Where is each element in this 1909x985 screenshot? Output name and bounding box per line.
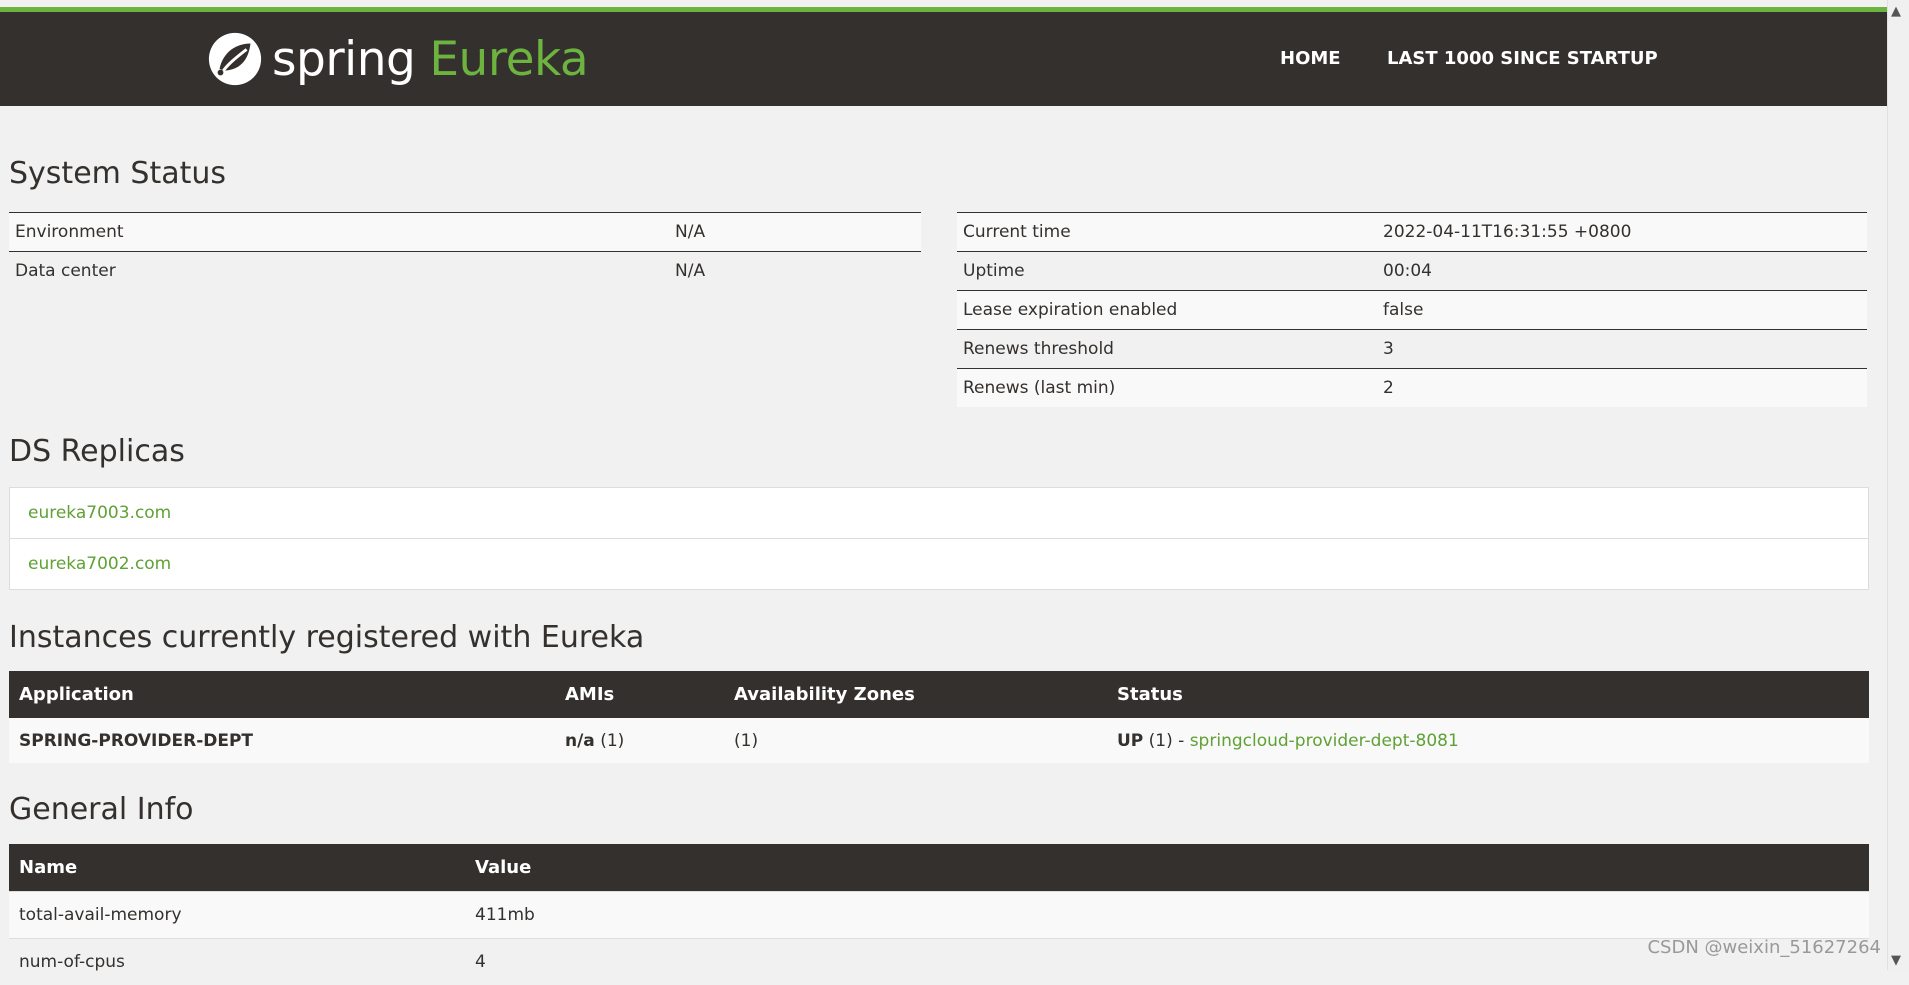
navbar: spring Eureka HOME LAST 1000 SINCE STARTU… (0, 12, 1888, 106)
system-status-title: System Status (9, 156, 226, 191)
table-row: EnvironmentN/A (9, 213, 921, 252)
replica-link[interactable]: eureka7002.com (28, 554, 171, 574)
instances-header-zones: Availability Zones (724, 671, 1107, 718)
table-row: num-of-cpus4 (9, 939, 1869, 985)
ds-replicas-list: eureka7003.com eureka7002.com (9, 487, 1869, 590)
instance-link[interactable]: springcloud-provider-dept-8081 (1190, 731, 1459, 751)
instance-amis-value: n/a (565, 731, 595, 751)
status-key: Current time (957, 213, 1377, 252)
info-value: 411mb (465, 892, 1869, 939)
table-row: Current time2022-04-11T16:31:55 +0800 (957, 213, 1867, 252)
table-row: Uptime00:04 (957, 252, 1867, 291)
spring-logo-icon (206, 30, 264, 88)
table-row: Data centerN/A (9, 252, 921, 291)
general-info-header-name: Name (9, 844, 465, 892)
status-value: N/A (669, 213, 921, 252)
info-name: total-avail-memory (9, 892, 465, 939)
general-info-title: General Info (9, 792, 194, 827)
ds-replicas-title: DS Replicas (9, 434, 185, 469)
scroll-up-icon[interactable]: ▲ (1891, 4, 1901, 19)
brand-spring-text: spring (272, 32, 415, 87)
status-value: false (1377, 291, 1867, 330)
instance-status-value: UP (1117, 731, 1143, 751)
table-row: Renews threshold3 (957, 330, 1867, 369)
list-item: eureka7003.com (10, 488, 1868, 539)
instances-header-application: Application (9, 671, 555, 718)
instances-title: Instances currently registered with Eure… (9, 620, 644, 655)
instances-header-amis: AMIs (555, 671, 724, 718)
top-border (0, 0, 1888, 7)
instance-amis-count: (1) (595, 731, 624, 751)
list-item: eureka7002.com (10, 539, 1868, 589)
status-value: 2 (1377, 369, 1867, 408)
brand[interactable]: spring Eureka (206, 26, 588, 92)
replica-link[interactable]: eureka7003.com (28, 503, 171, 523)
instance-zones: (1) (724, 718, 1107, 763)
status-value: 2022-04-11T16:31:55 +0800 (1377, 213, 1867, 252)
brand-eureka-text: Eureka (429, 32, 588, 87)
scroll-down-icon[interactable]: ▼ (1891, 953, 1901, 968)
system-status-right-table: Current time2022-04-11T16:31:55 +0800Upt… (957, 212, 1867, 407)
general-info-table: Name Value total-avail-memory411mbnum-of… (9, 844, 1869, 985)
instances-header-status: Status (1107, 671, 1869, 718)
status-key: Environment (9, 213, 669, 252)
instances-table: Application AMIs Availability Zones Stat… (9, 671, 1869, 763)
status-key: Uptime (957, 252, 1377, 291)
instance-status: UP (1) - springcloud-provider-dept-8081 (1107, 718, 1869, 763)
table-row: total-avail-memory411mb (9, 892, 1869, 939)
table-row: Renews (last min)2 (957, 369, 1867, 408)
instance-status-count: (1) - (1143, 731, 1189, 751)
status-key: Renews (last min) (957, 369, 1377, 408)
status-value: N/A (669, 252, 921, 291)
info-name: num-of-cpus (9, 939, 465, 985)
nav-home-link[interactable]: HOME (1280, 48, 1341, 69)
instance-amis: n/a (1) (555, 718, 724, 763)
status-value: 3 (1377, 330, 1867, 369)
scroll-thumb[interactable] (1891, 24, 1905, 624)
nav-last1000-link[interactable]: LAST 1000 SINCE STARTUP (1387, 48, 1658, 69)
status-key: Data center (9, 252, 669, 291)
watermark: CSDN @weixin_51627264 (1647, 937, 1881, 958)
instance-application: SPRING-PROVIDER-DEPT (9, 718, 555, 763)
status-key: Lease expiration enabled (957, 291, 1377, 330)
status-key: Renews threshold (957, 330, 1377, 369)
scrollbar[interactable]: ▲ ▼ (1887, 0, 1909, 970)
table-row: Lease expiration enabledfalse (957, 291, 1867, 330)
table-row: SPRING-PROVIDER-DEPT n/a (1) (1) UP (1) … (9, 718, 1869, 763)
system-status-left-table: EnvironmentN/AData centerN/A (9, 212, 921, 290)
status-value: 00:04 (1377, 252, 1867, 291)
general-info-header-value: Value (465, 844, 1869, 892)
